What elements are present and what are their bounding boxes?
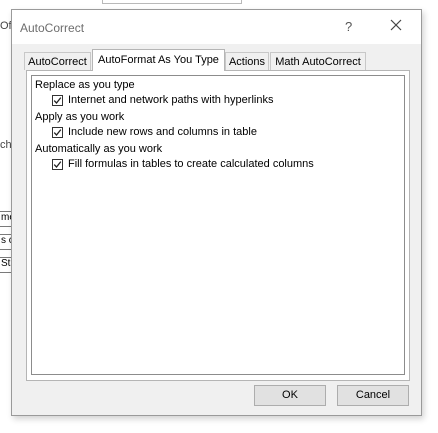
cancel-button[interactable]: Cancel xyxy=(337,385,409,406)
option-label: Include new rows and columns in table xyxy=(68,126,257,138)
dialog-title: AutoCorrect xyxy=(20,21,85,35)
group-label-replace: Replace as you type xyxy=(35,79,135,91)
tab-actions[interactable]: Actions xyxy=(225,52,269,70)
tab-autocorrect[interactable]: AutoCorrect xyxy=(24,52,91,70)
ok-button[interactable]: OK xyxy=(254,385,326,406)
autocorrect-dialog: AutoCorrect ? AutoCorrect AutoFormat As … xyxy=(11,9,422,416)
help-button[interactable]: ? xyxy=(345,19,352,34)
checkbox[interactable] xyxy=(52,159,63,170)
background-field xyxy=(102,0,242,4)
background-text: ch xyxy=(0,139,12,151)
close-icon xyxy=(390,19,402,31)
option-label: Fill formulas in tables to create calcul… xyxy=(68,158,314,170)
tab-autoformat-as-you-type[interactable]: AutoFormat As You Type xyxy=(92,49,225,71)
title-bar: AutoCorrect ? xyxy=(12,10,421,44)
tab-math-autocorrect[interactable]: Math AutoCorrect xyxy=(270,52,366,70)
group-label-apply: Apply as you work xyxy=(35,111,125,123)
option-label: Internet and network paths with hyperlin… xyxy=(68,94,274,106)
checkbox[interactable] xyxy=(52,127,63,138)
checkbox[interactable] xyxy=(52,95,63,106)
checkmark-icon xyxy=(53,129,62,136)
options-list: Replace as you type Internet and network… xyxy=(31,75,405,375)
background-text: Of xyxy=(0,20,12,32)
checkmark-icon xyxy=(53,97,62,104)
close-button[interactable] xyxy=(386,15,406,35)
checkmark-icon xyxy=(53,161,62,168)
group-label-automatically: Automatically as you work xyxy=(35,143,163,155)
tab-panel: Replace as you type Internet and network… xyxy=(26,70,410,381)
